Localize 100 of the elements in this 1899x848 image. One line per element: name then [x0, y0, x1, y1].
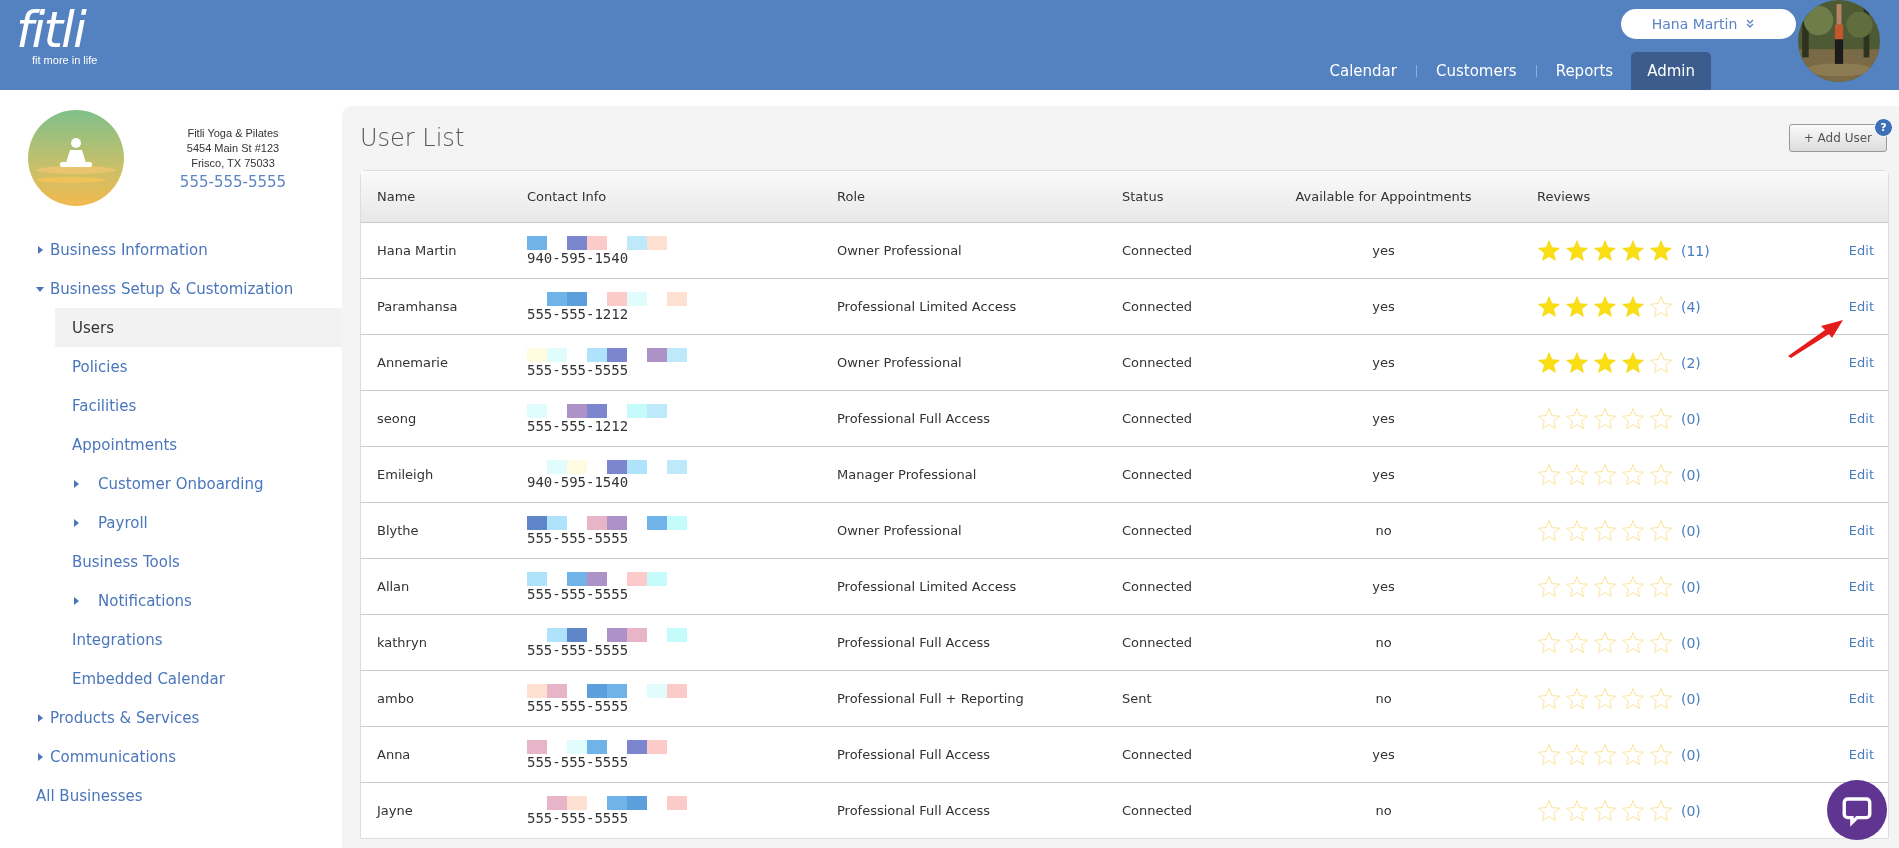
edit-link[interactable]: Edit	[1848, 355, 1874, 370]
edit-link[interactable]: Edit	[1848, 523, 1874, 538]
table-cell-text: Connected	[1121, 299, 1193, 314]
table-cell: no	[1375, 523, 1392, 538]
edit-link[interactable]: Edit	[1848, 635, 1874, 650]
table-cell-text: Hana Martin	[376, 243, 458, 258]
review-count: (0)	[1681, 690, 1701, 707]
nav-tab[interactable]: Reports	[1539, 52, 1630, 90]
sidebar-item[interactable]: Business Information	[0, 230, 342, 269]
review-count: (0)	[1681, 746, 1701, 763]
table-cell: no	[1375, 635, 1392, 650]
page-title: User List	[360, 124, 465, 152]
table-cell: yes	[1372, 243, 1395, 258]
sidebar-item[interactable]: Products & Services	[0, 698, 342, 737]
phone-number: 555-555-5555	[527, 753, 630, 770]
table-cell: yes	[1372, 355, 1395, 370]
table-cell-text: seong	[376, 411, 418, 426]
phone-number: 555-555-5555	[527, 809, 630, 826]
table-cell-text: Connected	[1121, 411, 1193, 426]
sidebar-item[interactable]: Business Tools	[55, 542, 342, 581]
column-header: Status	[1121, 189, 1165, 204]
business-address: 5454 Main St #123	[186, 140, 280, 156]
sidebar-item[interactable]: All Businesses	[0, 776, 342, 815]
table-cell: no	[1375, 803, 1392, 818]
table-cell-text: Owner Professional	[836, 355, 963, 370]
edit-link[interactable]: Edit	[1848, 747, 1874, 762]
table-cell-text: Professional Full Access	[836, 411, 992, 426]
phone-number: 555-555-5555	[527, 585, 630, 602]
table-cell-text: Connected	[1121, 355, 1193, 370]
sidebar-item[interactable]: Facilities	[55, 386, 342, 425]
user-menu[interactable]: Hana Martin	[1621, 9, 1796, 39]
column-header: Available for Appointments	[1294, 189, 1473, 204]
sidebar-item[interactable]: Customer Onboarding	[55, 464, 342, 503]
table-cell-text: Jayne	[375, 803, 414, 818]
phone-number: 555-555-1212	[527, 305, 630, 322]
table-cell-text: Professional Full Access	[836, 803, 992, 818]
table-cell-text: Connected	[1121, 579, 1193, 594]
table-cell-text: Professional Full Access	[836, 747, 992, 762]
sidebar-item[interactable]: Embedded Calendar	[55, 659, 342, 698]
table-cell: yes	[1372, 747, 1395, 762]
edit-link[interactable]: Edit	[1848, 411, 1874, 426]
table-cell-text: Owner Professional	[836, 243, 963, 258]
table-cell-text: Annemarie	[376, 355, 449, 370]
help-icon[interactable]: ?	[1874, 118, 1893, 137]
review-count: (11)	[1681, 242, 1710, 259]
table-cell: yes	[1372, 299, 1395, 314]
table-cell-text: Emileigh	[376, 467, 435, 482]
table-cell: no	[1375, 691, 1392, 706]
table-cell-text: Connected	[1121, 467, 1193, 482]
review-count: (0)	[1681, 522, 1701, 539]
table-cell-text: Owner Professional	[836, 523, 963, 538]
table-cell-text: Connected	[1121, 803, 1193, 818]
column-header: Reviews	[1536, 189, 1592, 204]
phone-number: 555-555-5555	[527, 697, 630, 714]
review-count: (0)	[1681, 634, 1701, 651]
review-count: (0)	[1681, 466, 1701, 483]
edit-link[interactable]: Edit	[1848, 243, 1874, 258]
table-cell: yes	[1372, 579, 1395, 594]
sidebar-item[interactable]: Appointments	[55, 425, 342, 464]
edit-link[interactable]: Edit	[1848, 691, 1874, 706]
review-count: (4)	[1681, 298, 1701, 315]
table-cell-text: Connected	[1121, 747, 1193, 762]
table-cell-text: Blythe	[376, 523, 420, 538]
review-count: (0)	[1681, 578, 1701, 595]
table-cell-text: Allan	[376, 579, 411, 594]
business-phone: 555-555-5555	[179, 172, 287, 191]
phone-number: 940-595-1540	[527, 249, 630, 266]
table-cell-text: Professional Limited Access	[836, 579, 1018, 594]
table-cell-text: Anna	[376, 747, 412, 762]
sidebar-item[interactable]: Communications	[0, 737, 342, 776]
edit-link[interactable]: Edit	[1848, 299, 1874, 314]
table-cell-text: Paramhansa	[376, 299, 459, 314]
table-cell-text: Connected	[1121, 523, 1193, 538]
column-header: Role	[836, 189, 866, 204]
nav-tab[interactable]: Admin	[1631, 52, 1711, 90]
phone-number: 555-555-5555	[527, 641, 630, 658]
edit-link[interactable]: Edit	[1848, 467, 1874, 482]
sidebar-item[interactable]: Business Setup & Customization	[0, 269, 342, 308]
nav-tab[interactable]: Calendar	[1313, 52, 1413, 90]
phone-number: 940-595-1540	[527, 473, 630, 490]
review-count: (0)	[1681, 802, 1701, 819]
table-cell: yes	[1372, 467, 1395, 482]
sidebar-item[interactable]: Integrations	[55, 620, 342, 659]
edit-link[interactable]: Edit	[1848, 579, 1874, 594]
table-cell-text: Connected	[1121, 635, 1193, 650]
review-count: (0)	[1681, 410, 1701, 427]
table-cell-text: Professional Limited Access	[836, 299, 1018, 314]
sidebar-item[interactable]: Payroll	[55, 503, 342, 542]
nav-tab[interactable]: Customers	[1419, 52, 1533, 90]
phone-number: 555-555-5555	[527, 529, 630, 546]
business-name: Fitli Yoga & Pilates	[187, 125, 279, 141]
table-cell-text: Professional Full + Reporting	[836, 691, 1025, 706]
column-header: Contact Info	[526, 189, 608, 204]
sidebar-item[interactable]: Policies	[55, 347, 342, 386]
sidebar-item[interactable]: Notifications	[55, 581, 342, 620]
review-count: (2)	[1681, 354, 1701, 371]
sidebar-item[interactable]: Users	[55, 308, 342, 347]
column-header: Name	[376, 189, 417, 204]
table-cell: yes	[1372, 411, 1395, 426]
business-address: Frisco, TX 75033	[191, 155, 275, 171]
